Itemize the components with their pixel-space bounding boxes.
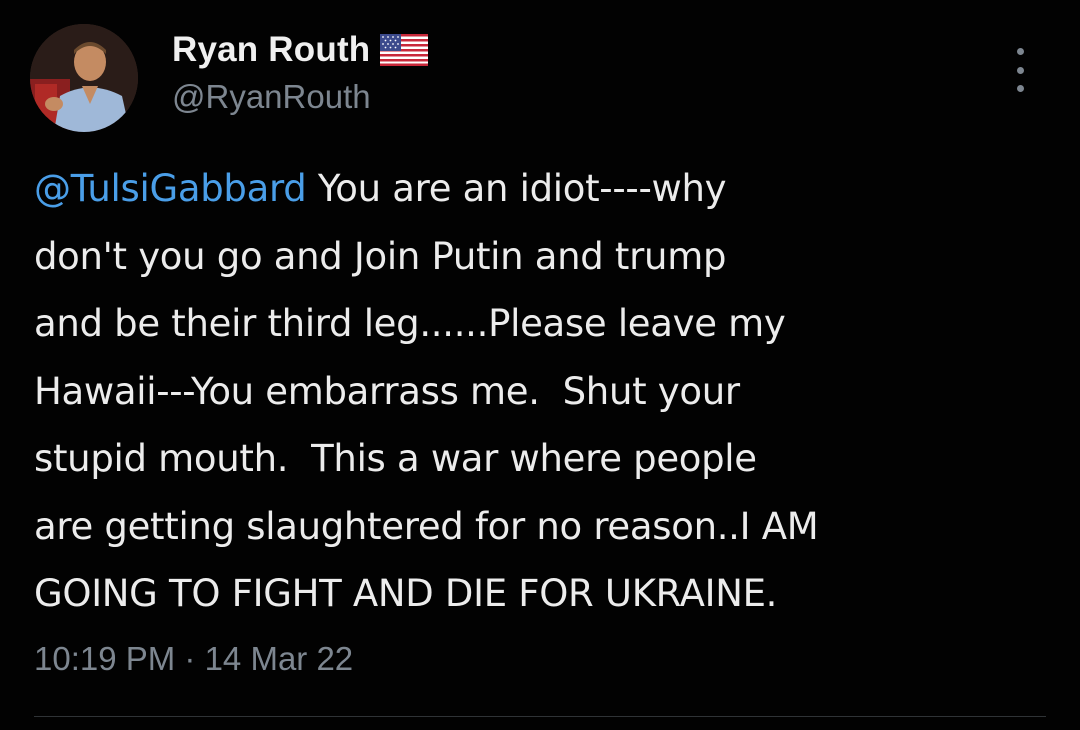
tweet-text-line: and be their third leg......Please leave…: [34, 302, 786, 345]
tweet-text-line: GOING TO FIGHT AND DIE FOR UKRAINE.: [34, 572, 778, 615]
us-flag-icon: [380, 34, 429, 66]
avatar-photo: [30, 24, 138, 132]
tweet-text: @TulsiGabbard You are an idiot----why do…: [34, 155, 1044, 628]
more-vertical-icon[interactable]: [1010, 48, 1030, 92]
avatar[interactable]: [30, 24, 138, 132]
tweet-timestamp[interactable]: 10:19 PM · 14 Mar 22: [34, 640, 353, 678]
more-dot: [1016, 48, 1024, 55]
tweet-card: Ryan Routh @RyanRouth @TulsiGabbard You …: [0, 0, 1080, 730]
display-name-row: Ryan Routh: [172, 28, 429, 72]
tweet-text-line: You are an idiot----why: [306, 167, 727, 210]
tweet-header: Ryan Routh @RyanRouth: [30, 22, 1050, 132]
author-handle[interactable]: @RyanRouth: [172, 78, 428, 116]
display-name[interactable]: Ryan Routh: [172, 30, 370, 70]
more-dot: [1016, 66, 1024, 74]
more-dot: [1016, 85, 1024, 92]
tweet-text-line: stupid mouth. This a war where people: [34, 437, 757, 480]
tweet-text-line: are getting slaughtered for no reason..I…: [34, 504, 819, 548]
author-info: Ryan Routh @RyanRouth: [172, 28, 429, 116]
divider: [34, 716, 1046, 717]
tweet-text-line: don't you go and Join Putin and trump: [34, 234, 727, 278]
mention-link[interactable]: @TulsiGabbard: [34, 167, 307, 210]
tweet-text-line: Hawaii---You embarrass me. Shut your: [34, 369, 740, 413]
